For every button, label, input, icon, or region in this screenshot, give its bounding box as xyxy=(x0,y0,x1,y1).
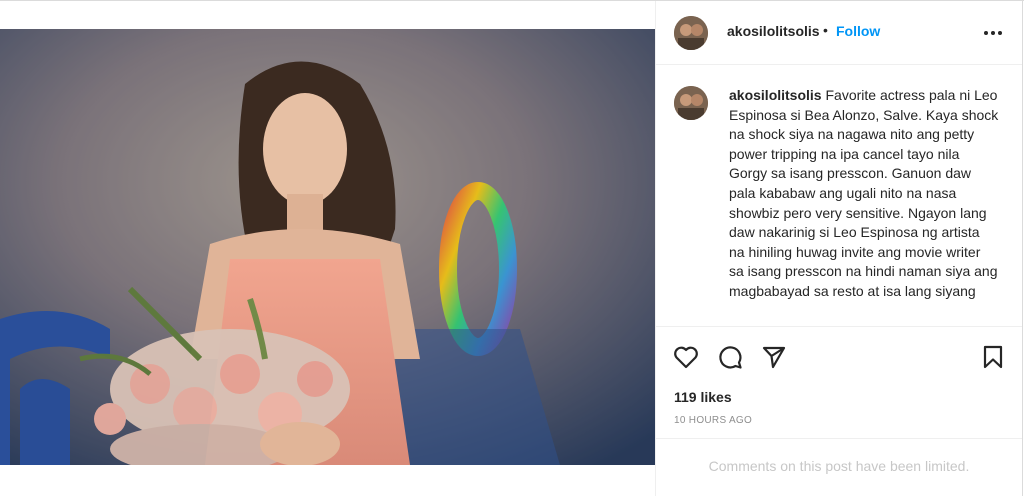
avatar[interactable] xyxy=(674,16,708,50)
comment-bubble-icon xyxy=(719,346,742,369)
caption-avatar[interactable] xyxy=(674,86,708,120)
likes-count[interactable]: 119 likes xyxy=(674,389,732,405)
more-options-button[interactable] xyxy=(982,23,1004,43)
separator-dot: • xyxy=(823,22,828,38)
like-button[interactable] xyxy=(672,343,700,371)
post-header: akosilolitsolis • Follow xyxy=(656,1,1022,65)
comment-button[interactable] xyxy=(716,343,744,371)
comments-limited-notice: Comments on this post have been limited. xyxy=(656,438,1022,496)
action-bar xyxy=(656,326,1022,386)
avatar-image xyxy=(674,86,708,120)
post-photo[interactable] xyxy=(0,29,655,465)
more-horizontal-icon xyxy=(984,31,1002,35)
paper-plane-icon xyxy=(762,346,786,369)
follow-button[interactable]: Follow xyxy=(836,23,880,39)
avatar-image xyxy=(674,16,708,50)
post-image xyxy=(0,29,655,465)
post-sidebar: akosilolitsolis • Follow akosilolitsolis… xyxy=(655,1,1023,496)
share-button[interactable] xyxy=(760,343,788,371)
caption-section: akosilolitsolis Favorite actress pala ni… xyxy=(656,66,1022,326)
post-modal: akosilolitsolis • Follow akosilolitsolis… xyxy=(0,0,1024,496)
caption-body: Favorite actress pala ni Leo Espinosa si… xyxy=(729,87,999,299)
bookmark-icon xyxy=(983,345,1003,369)
heart-icon xyxy=(674,346,698,369)
caption-text: akosilolitsolis Favorite actress pala ni… xyxy=(729,86,999,302)
header-username[interactable]: akosilolitsolis xyxy=(727,23,820,39)
save-button[interactable] xyxy=(979,343,1007,371)
caption-username[interactable]: akosilolitsolis xyxy=(729,87,822,103)
post-timestamp[interactable]: 10 HOURS AGO xyxy=(674,415,752,426)
